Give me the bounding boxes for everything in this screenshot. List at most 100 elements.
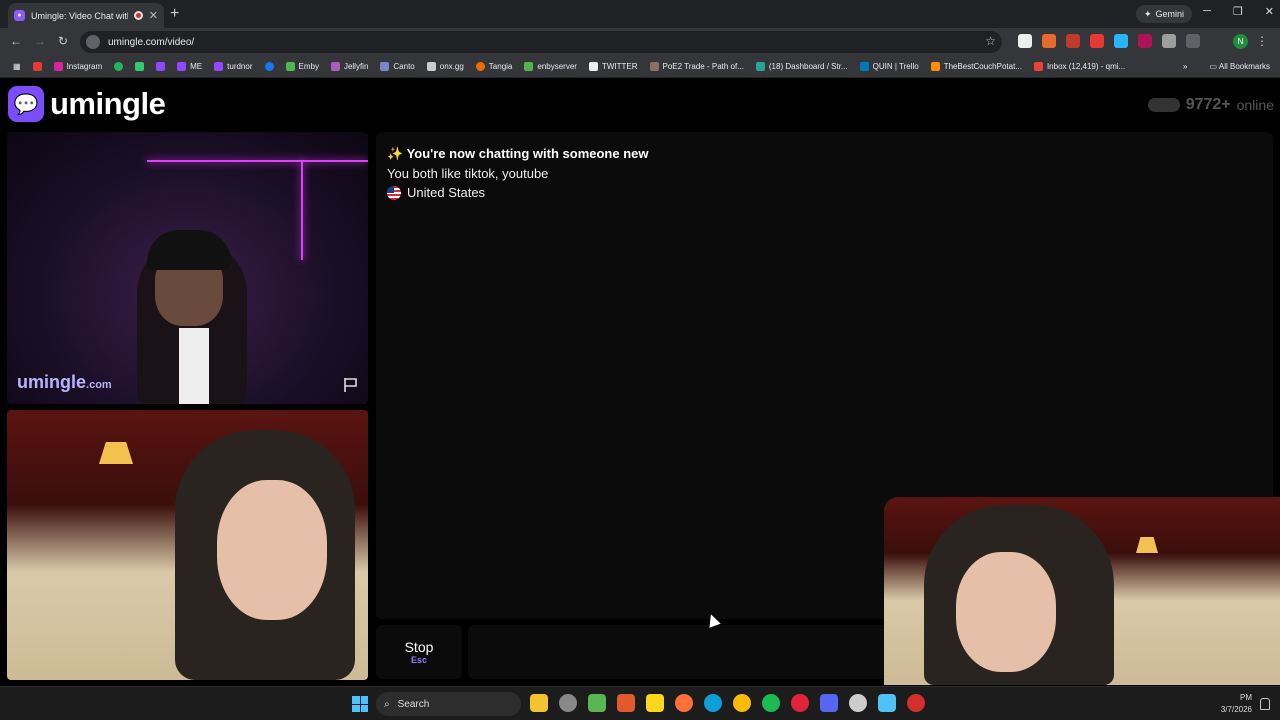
reload-icon[interactable]: ↻	[58, 34, 68, 48]
bookmark-instagram[interactable]: Instagram	[49, 62, 108, 71]
theme-toggle[interactable]	[1147, 98, 1180, 112]
file-explorer-icon[interactable]	[530, 694, 548, 712]
url-text[interactable]: umingle.com/video/	[108, 37, 194, 48]
twitch-icon	[177, 62, 187, 71]
extension-youtube-icon[interactable]	[1090, 34, 1104, 48]
gemini-button[interactable]: ✦ Gemini	[1135, 5, 1192, 23]
extensions-bar	[1018, 34, 1200, 48]
bookmark-facebook[interactable]	[260, 62, 279, 71]
app-icon	[135, 62, 145, 71]
emby-icon	[524, 62, 534, 71]
twitch-icon	[156, 62, 166, 71]
bookmark-gmail[interactable]: Inbox (12,419) - qmi...	[1029, 62, 1130, 71]
new-tab-button[interactable]: +	[170, 5, 179, 23]
chevron-right-icon[interactable]: »	[1183, 62, 1187, 71]
bookmark-couchpotato[interactable]: TheBestCouchPotat...	[926, 62, 1027, 71]
bookmark-label: ME	[190, 62, 203, 71]
bookmark-poe2[interactable]: PoE2 Trade - Path of...	[645, 62, 749, 71]
steam-icon[interactable]	[849, 694, 867, 712]
emby-icon	[285, 62, 295, 71]
stop-hotkey-hint: Esc	[410, 655, 427, 665]
jellyfin-icon	[330, 62, 340, 71]
close-window-icon[interactable]: ✕	[1265, 5, 1274, 18]
app-icon[interactable]	[617, 694, 635, 712]
windows-start-icon[interactable]	[352, 696, 368, 712]
windows-taskbar: ⌕ Search PM 3/7/2026	[0, 686, 1280, 720]
extension-tag-icon[interactable]	[1138, 34, 1152, 48]
bookmark-youtube[interactable]	[28, 62, 47, 71]
side-panel-icon[interactable]	[1186, 34, 1200, 48]
stop-button[interactable]: Stop Esc	[376, 625, 462, 679]
bookmark-canto[interactable]: Canto	[375, 62, 419, 71]
system-clock[interactable]: PM 3/7/2026	[1221, 692, 1252, 716]
tab-umingle[interactable]: ● Umingle: Video Chat with S ✕	[8, 3, 164, 28]
minimize-icon[interactable]: ─	[1203, 5, 1211, 18]
couchpotato-icon	[930, 62, 940, 71]
profile-avatar[interactable]: N	[1233, 34, 1248, 49]
report-flag-icon[interactable]	[342, 376, 360, 394]
spotify-icon[interactable]	[762, 694, 780, 712]
online-count: 9772+	[1185, 96, 1231, 113]
bookmark-me[interactable]: ME	[172, 62, 207, 71]
stop-label: Stop	[404, 639, 434, 655]
bookmark-twitter[interactable]: TWITTER	[584, 62, 643, 71]
app-icon[interactable]	[907, 694, 925, 712]
bookmark-dashboard[interactable]: (18) Dashboard / Str...	[751, 62, 853, 71]
bookmark-twitch[interactable]	[151, 62, 170, 71]
clock-time: PM	[1240, 693, 1252, 702]
notepad-icon[interactable]	[878, 694, 896, 712]
bookmark-label: Emby	[298, 62, 319, 71]
bookmark-spotify[interactable]	[109, 62, 128, 71]
site-info-icon[interactable]	[86, 35, 100, 49]
extension-translate-icon[interactable]	[1114, 34, 1128, 48]
restore-icon[interactable]: ❐	[1233, 5, 1243, 18]
self-face	[217, 480, 327, 620]
extensions-puzzle-icon[interactable]	[1162, 34, 1176, 48]
bookmark-enbyserver[interactable]: enbyserver	[519, 62, 582, 71]
country-label: United States	[407, 185, 486, 200]
umingle-logo[interactable]: 💬 umingle	[8, 86, 166, 122]
apps-grid-icon[interactable]: ▦	[8, 62, 26, 71]
clock-date: 3/7/2026	[1220, 705, 1252, 714]
extension-fox-icon[interactable]	[1042, 34, 1056, 48]
chrome-icon[interactable]	[733, 694, 751, 712]
app-icon[interactable]	[559, 694, 577, 712]
dashboard-icon	[755, 62, 765, 71]
trello-icon	[859, 62, 869, 71]
stranger-hat	[147, 230, 231, 270]
taskbar-search[interactable]: ⌕ Search	[376, 692, 521, 716]
extension-k-icon[interactable]	[1018, 34, 1032, 48]
forward-icon[interactable]: →	[34, 34, 46, 48]
all-bookmarks-label: All Bookmarks	[1218, 62, 1270, 71]
close-tab-icon[interactable]: ✕	[149, 9, 158, 22]
extension-record-icon[interactable]	[1066, 34, 1080, 48]
bookmark-trello[interactable]: QUIN | Trello	[855, 62, 924, 71]
address-bar[interactable]: umingle.com/video/ ☆	[80, 31, 1002, 53]
play-icon[interactable]	[588, 694, 606, 712]
all-bookmarks-folder[interactable]: » ▭ All Bookmarks	[1183, 62, 1270, 71]
spotify-icon	[114, 62, 124, 71]
edge-icon[interactable]	[704, 694, 722, 712]
bookmark-label: (18) Dashboard / Str...	[768, 62, 848, 71]
message-input[interactable]	[468, 625, 888, 679]
bookmark-label: QUIN | Trello	[872, 62, 919, 71]
online-indicator: 9772+ online	[1147, 96, 1274, 114]
notification-bell-icon[interactable]	[1260, 698, 1270, 710]
menu-kebab-icon[interactable]: ⋮	[1256, 34, 1268, 48]
taskbar-apps	[530, 694, 925, 712]
neon-light	[301, 160, 303, 260]
opera-icon[interactable]	[791, 694, 809, 712]
back-icon[interactable]: ←	[10, 34, 22, 48]
bookmark-jellyfin[interactable]: Jellyfin	[326, 62, 373, 71]
instagram-icon	[53, 62, 63, 71]
bookmark-onx[interactable]: onx.gg	[422, 62, 469, 71]
sticky-notes-icon[interactable]	[646, 694, 664, 712]
bookmark-emby[interactable]: Emby	[281, 62, 324, 71]
bookmark-star-icon[interactable]: ☆	[985, 34, 996, 48]
bookmark-turdnor[interactable]: turdnor	[209, 62, 257, 71]
discord-icon[interactable]	[820, 694, 838, 712]
bookmark-app[interactable]	[130, 62, 149, 71]
bookmark-label: TWITTER	[601, 62, 638, 71]
firefox-icon[interactable]	[675, 694, 693, 712]
bookmark-tangia[interactable]: Tangia	[471, 62, 518, 71]
